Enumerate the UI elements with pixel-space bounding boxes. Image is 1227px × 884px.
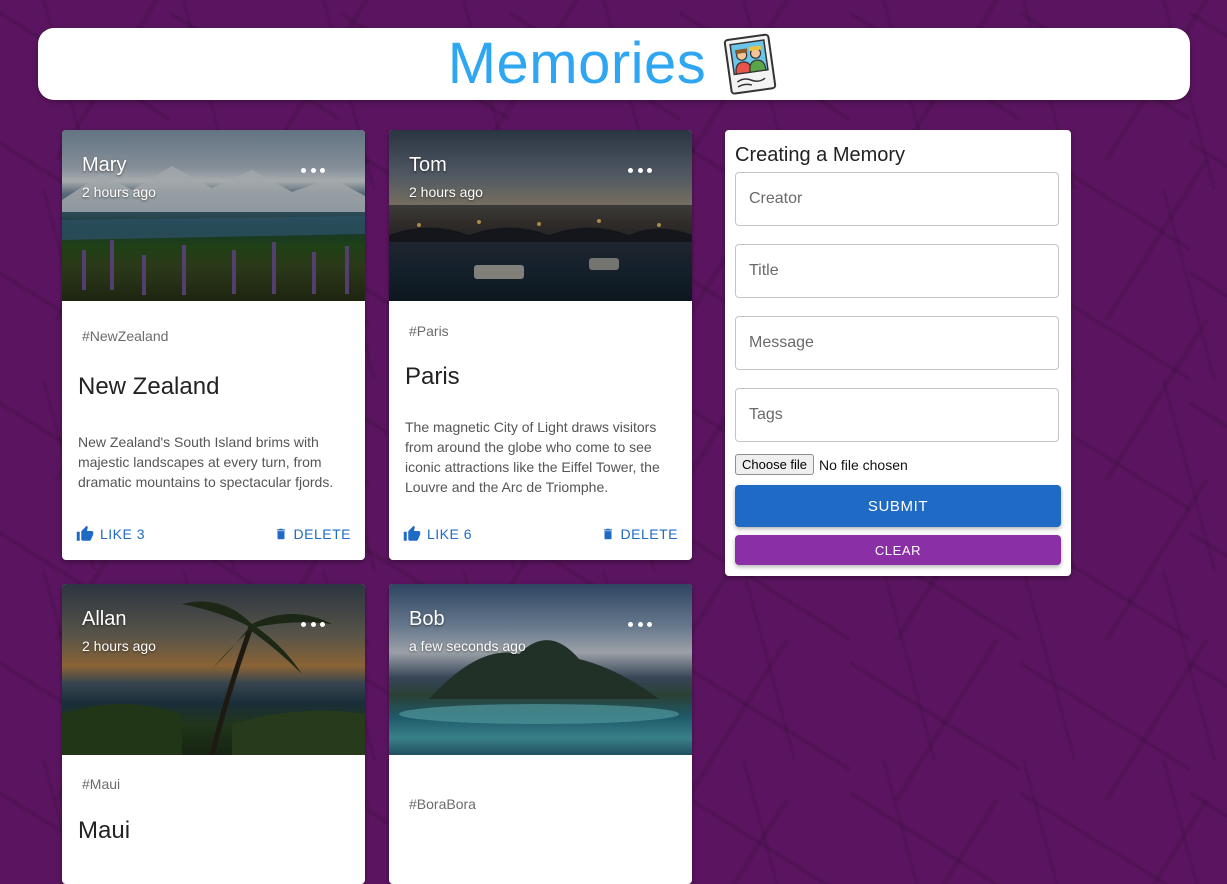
card-title: New Zealand <box>78 373 220 400</box>
file-picker: Choose file No file chosen <box>735 454 908 475</box>
memories-photo-icon <box>724 33 777 95</box>
card-creator: Allan <box>82 608 127 630</box>
more-options-icon[interactable] <box>301 166 325 174</box>
delete-button[interactable]: DELETE <box>274 526 351 542</box>
thumb-up-icon <box>76 525 94 541</box>
app-header: Memories <box>38 28 1190 100</box>
trash-icon <box>276 528 285 540</box>
memory-card: Tom 2 hours ago #Paris Paris The magneti… <box>389 130 692 560</box>
card-message: The magnetic City of Light draws visitor… <box>405 419 660 495</box>
more-options-icon[interactable] <box>628 620 652 628</box>
form-heading: Creating a Memory <box>735 144 906 166</box>
card-image: Bob a few seconds ago <box>389 584 692 755</box>
message-input[interactable] <box>735 316 1059 370</box>
like-label: LIKE 6 <box>427 526 473 542</box>
title-input[interactable] <box>735 244 1059 298</box>
trash-icon <box>603 528 612 540</box>
card-creator: Tom <box>409 154 447 176</box>
memory-card: Bob a few seconds ago #BoraBora <box>389 584 692 884</box>
like-button[interactable]: LIKE 3 <box>76 525 145 543</box>
card-tags: #Paris <box>409 323 449 339</box>
creator-input[interactable] <box>735 172 1059 226</box>
card-tags: #Maui <box>82 776 121 792</box>
card-timestamp: 2 hours ago <box>409 184 483 200</box>
file-status: No file chosen <box>819 456 908 473</box>
submit-button[interactable]: SUBMIT <box>735 485 1061 527</box>
create-memory-form: Creating a Memory Choose file No file ch… <box>725 130 1071 576</box>
card-title: Maui <box>78 817 131 844</box>
clear-button[interactable]: CLEAR <box>735 535 1061 565</box>
card-tags: #BoraBora <box>409 796 476 812</box>
card-title: Paris <box>405 363 460 390</box>
delete-label: DELETE <box>293 526 351 542</box>
card-image: Mary 2 hours ago <box>62 130 365 301</box>
more-options-icon[interactable] <box>301 620 325 628</box>
tags-input[interactable] <box>735 388 1059 442</box>
delete-button[interactable]: DELETE <box>601 526 678 542</box>
app-title: Memories <box>447 31 707 96</box>
card-timestamp: 2 hours ago <box>82 184 156 200</box>
card-creator: Mary <box>82 154 127 176</box>
card-creator: Bob <box>409 608 445 630</box>
memory-card: Allan 2 hours ago #Maui Maui <box>62 584 365 884</box>
more-options-icon[interactable] <box>628 166 652 174</box>
card-timestamp: a few seconds ago <box>409 638 526 654</box>
card-image: Allan 2 hours ago <box>62 584 365 755</box>
card-tags: #NewZealand <box>82 328 169 344</box>
memory-card: Mary 2 hours ago #NewZealand New Zealand… <box>62 130 365 560</box>
thumb-up-icon <box>403 525 421 541</box>
like-button[interactable]: LIKE 6 <box>403 525 472 543</box>
like-label: LIKE 3 <box>100 526 146 542</box>
card-message: New Zealand's South Island brims with ma… <box>78 434 334 490</box>
choose-file-button[interactable]: Choose file <box>735 454 815 475</box>
delete-label: DELETE <box>620 526 678 542</box>
card-image: Tom 2 hours ago <box>389 130 692 301</box>
card-timestamp: 2 hours ago <box>82 638 156 654</box>
